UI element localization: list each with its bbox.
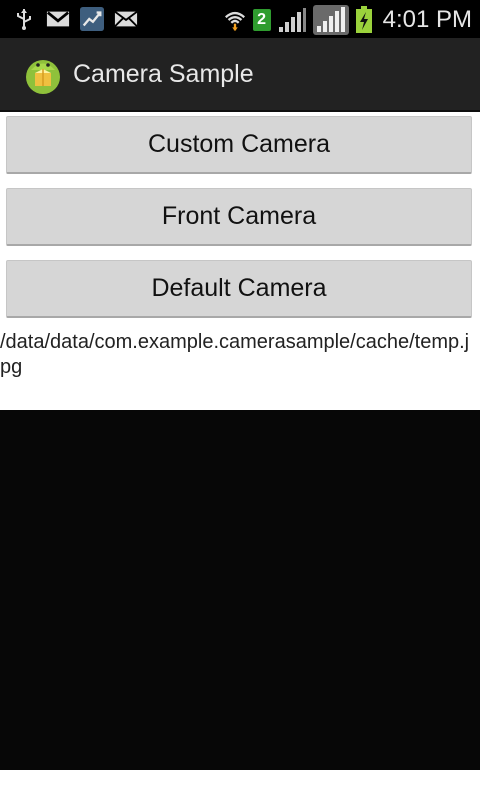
signal-icon [277,8,307,32]
clock: 4:01 PM [382,6,472,33]
usb-icon [12,7,36,31]
notification-badge: 2 [252,9,271,31]
gmail-icon [46,7,70,31]
custom-camera-button[interactable]: Custom Camera [6,116,472,174]
signal-roaming-icon [312,5,349,35]
action-bar: Camera Sample [0,38,480,112]
android-icon [22,53,64,95]
stocks-icon [80,7,104,31]
app-title: Camera Sample [73,59,254,88]
default-camera-button[interactable]: Default Camera [6,260,472,318]
front-camera-button[interactable]: Front Camera [6,188,472,246]
main-content: Custom Camera Front Camera Default Camer… [0,112,480,800]
status-bar: 2 4:01 PM [0,0,480,38]
wifi-icon [223,8,247,32]
camera-preview-image [0,410,480,770]
email-icon [114,7,138,31]
file-path-text: /data/data/com.example.camerasample/cach… [0,331,470,378]
battery-charging-icon [355,6,373,33]
